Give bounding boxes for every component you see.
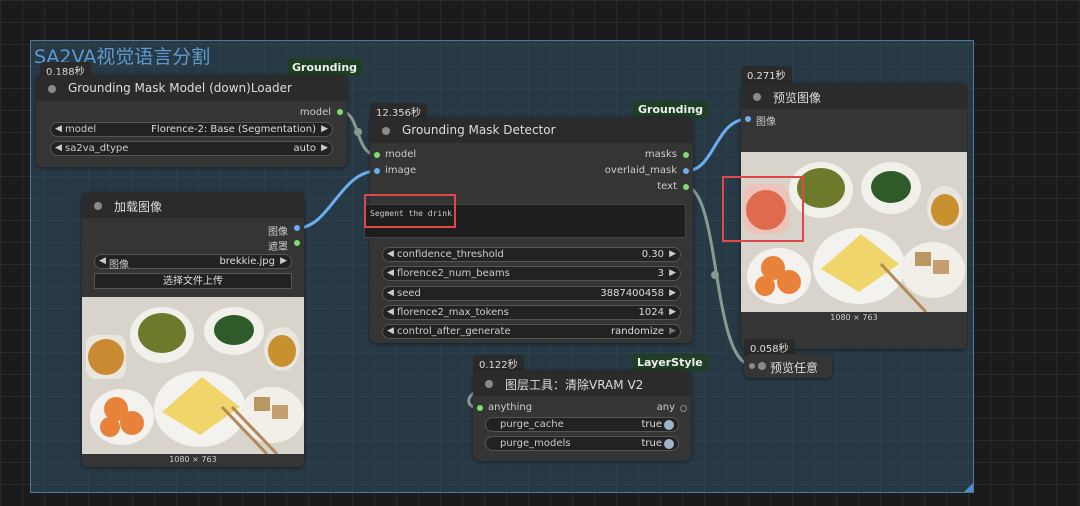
load-image-header[interactable]: 加载图像: [82, 192, 304, 218]
detection-highlight-box: [722, 176, 804, 242]
arrow-right-icon: ▶: [669, 326, 676, 336]
arrow-left-icon: ◀: [387, 307, 394, 317]
wire-overlaid: [685, 117, 749, 173]
in-model-pin[interactable]: [374, 152, 380, 158]
arrow-left-icon: ◀: [387, 326, 394, 336]
collapse-dot-icon[interactable]: [753, 93, 761, 101]
arrow-left-icon: ◀: [55, 124, 62, 134]
out-any-pin[interactable]: [680, 405, 687, 412]
dtype-combo[interactable]: ◀ sa2va_dtype auto ▶: [50, 141, 333, 156]
arrow-left-icon: ◀: [387, 249, 394, 259]
output-model-label: model: [299, 107, 331, 118]
in-anything-label: anything: [488, 402, 533, 413]
out-overlaid-pin[interactable]: [683, 168, 689, 174]
wire-reroute-dot: [711, 271, 719, 279]
collapse-dot-icon[interactable]: [382, 127, 390, 135]
out-masks-label: masks: [644, 149, 677, 160]
arrow-left-icon: ◀: [99, 256, 106, 266]
loader-badge: Grounding: [287, 59, 363, 76]
detector-header[interactable]: Grounding Mask Detector: [370, 117, 693, 143]
arrow-right-icon: ▶: [669, 249, 676, 259]
model-combo[interactable]: ◀ model Florence-2: Base (Segmentation) …: [50, 122, 333, 137]
loader-header[interactable]: Grounding Mask Model (down)Loader: [36, 75, 347, 101]
toggle-on-icon: [664, 439, 674, 449]
detector-badge: Grounding: [633, 101, 709, 118]
arrow-right-icon: ▶: [669, 307, 676, 317]
control-after-generate-widget[interactable]: ◀ control_after_generate randomize ▶: [382, 324, 681, 339]
out-masks-pin[interactable]: [683, 152, 689, 158]
in-model-label: model: [385, 149, 417, 160]
out-image-pin[interactable]: [294, 225, 300, 231]
purge-cache-toggle[interactable]: purge_cache true: [485, 417, 679, 432]
preview-any-title: 预览任意: [770, 361, 819, 375]
load-image-title: 加载图像: [114, 200, 163, 214]
wire-reroute-dot: [354, 128, 362, 136]
preview-caption: 1080 × 763: [830, 313, 878, 322]
purge-models-toggle[interactable]: purge_models true: [485, 436, 679, 451]
toggle-on-icon: [664, 420, 674, 430]
preview-title: 预览图像: [773, 91, 822, 105]
loader-title: Grounding Mask Model (down)Loader: [68, 81, 292, 95]
collapse-dot-icon[interactable]: [94, 202, 102, 210]
arrow-right-icon: ▶: [321, 143, 328, 153]
confidence-threshold-widget[interactable]: ◀ confidence_threshold 0.30 ▶: [382, 247, 681, 262]
detector-title: Grounding Mask Detector: [402, 123, 556, 137]
in-image-pin[interactable]: [374, 168, 380, 174]
food-photo: [82, 297, 304, 454]
out-overlaid-label: overlaid_mask: [604, 165, 677, 176]
purge-header[interactable]: 图层工具：清除VRAM V2: [473, 370, 691, 396]
out-mask-label: 遮罩: [268, 242, 288, 253]
arrow-right-icon: ▶: [280, 256, 287, 266]
in-image-label: 图像: [756, 117, 776, 128]
in-any-pin[interactable]: [749, 363, 755, 369]
arrow-left-icon: ◀: [55, 143, 62, 153]
image-file-combo[interactable]: ◀ 图像 brekkie.jpg ▶: [94, 254, 292, 271]
output-model-pin[interactable]: [337, 109, 343, 115]
seed-widget[interactable]: ◀ seed 3887400458 ▶: [382, 286, 681, 301]
out-image-label: 图像: [268, 227, 288, 238]
max-tokens-widget[interactable]: ◀ florence2_max_tokens 1024 ▶: [382, 305, 681, 320]
detector-node[interactable]: Grounding Mask Detector model image mask…: [364, 117, 693, 343]
load-image-node[interactable]: 加载图像 图像 遮罩 ◀ 图像 brekkie.jpg ▶ 选择文件上传 108…: [82, 192, 304, 467]
out-mask-pin[interactable]: [294, 240, 300, 246]
purge-title: 图层工具：清除VRAM V2: [505, 378, 644, 392]
arrow-left-icon: ◀: [387, 268, 394, 278]
out-text-label: text: [657, 181, 677, 192]
in-anything-pin[interactable]: [477, 405, 483, 411]
collapse-dot-icon[interactable]: [758, 362, 766, 370]
collapse-dot-icon[interactable]: [48, 85, 56, 93]
in-image-label: image: [385, 165, 417, 176]
arrow-right-icon: ▶: [669, 268, 676, 278]
arrow-right-icon: ▶: [669, 288, 676, 298]
preview-header[interactable]: 预览图像: [741, 83, 967, 109]
purge-node[interactable]: 图层工具：清除VRAM V2 anything any purge_cache …: [473, 370, 691, 461]
preview-timing: 0.271秒: [741, 66, 792, 83]
arrow-right-icon: ▶: [321, 124, 328, 134]
upload-button[interactable]: 选择文件上传: [94, 273, 292, 289]
arrow-left-icon: ◀: [387, 288, 394, 298]
food-image-preview: [82, 297, 304, 454]
collapse-dot-icon[interactable]: [485, 380, 493, 388]
out-text-pin[interactable]: [683, 184, 689, 190]
in-image-pin[interactable]: [745, 116, 751, 122]
prompt-highlight-box: [364, 194, 456, 228]
out-any-label: any: [656, 402, 675, 413]
num-beams-widget[interactable]: ◀ florence2_num_beams 3 ▶: [382, 266, 681, 281]
purge-badge: LayerStyle: [632, 354, 708, 371]
loader-node[interactable]: Grounding Mask Model (down)Loader model …: [36, 75, 347, 167]
load-image-caption: 1080 × 763: [169, 455, 217, 464]
preview-any-node[interactable]: 预览任意: [744, 354, 832, 378]
